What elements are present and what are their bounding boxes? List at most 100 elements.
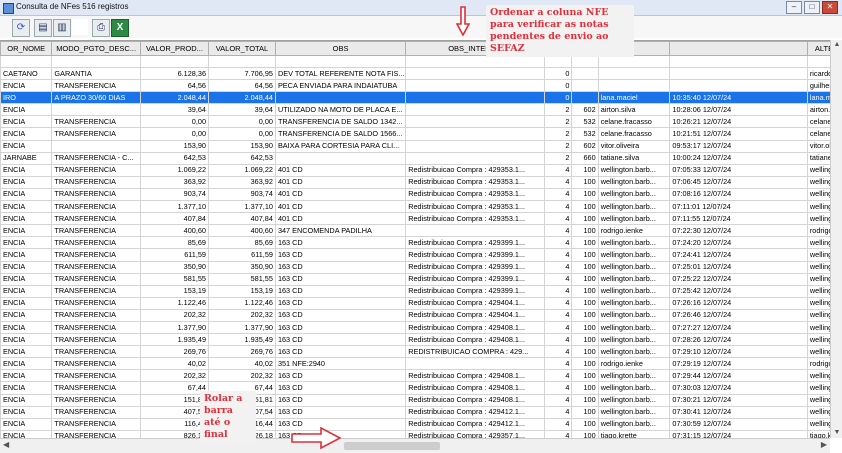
column-header[interactable]: VALOR_TOTAL [208, 41, 276, 56]
table-row[interactable]: ENCIA TRANSFERENCIA 0,00 0,00 TRANSFERENCIA … [0, 127, 830, 141]
table-cell: guilherme.barb... [806, 79, 830, 93]
filter-cell[interactable] [543, 55, 573, 68]
table-row[interactable]: ENCIA TRANSFERENCIA 153,19 153,19 163 CD Redi… [0, 284, 830, 298]
table-cell: tatiane.silva [597, 151, 671, 165]
table-row[interactable]: ENCIA TRANSFERENCIA 1.122,46 1.122,46 163 CD… [0, 296, 830, 310]
table-cell: 6.128,36 [139, 66, 210, 81]
table-cell: wellington.barb... [597, 369, 671, 383]
filter-cell[interactable] [0, 55, 53, 68]
table-row[interactable]: ENCIA TRANSFERENCIA 350,90 350,90 163 CD Redi… [0, 260, 830, 274]
column-header[interactable] [669, 41, 808, 56]
table-cell: wellington.barb... [597, 260, 671, 274]
table-row[interactable]: ENCIA TRANSFERENCIA 1.377,10 1.377,10 401 CD… [0, 200, 830, 214]
scroll-right-icon[interactable]: ▶ [821, 440, 827, 449]
table-row[interactable]: ENCIA TRANSFERENCIA 202,32 202,32 163 CD Redi… [0, 308, 830, 322]
column-header[interactable]: VALOR_PROD... [139, 41, 210, 56]
minimize-button[interactable]: – [786, 1, 802, 14]
table-row[interactable]: ENCIA TRANSFERENCIA 67,44 67,44 163 CD Redist… [0, 381, 830, 395]
table-cell: 407,54 [139, 405, 210, 419]
table-cell: 07:30:59 12/07/24 [669, 417, 808, 431]
table-row[interactable]: IRO A PRAZO 30/60 DIAS 2.048,44 2.048,44 0 la… [0, 91, 830, 105]
table-cell: 4 [543, 224, 573, 238]
table-row[interactable]: ENCIA TRANSFERENCIA 151,81 151,81 163 CD Redi… [0, 393, 830, 407]
table-row[interactable]: ENCIA TRANSFERENCIA 1.377,90 1.377,90 163 CD… [0, 320, 830, 335]
down-arrow-annotation-icon [456, 6, 470, 36]
filter-cell[interactable] [51, 55, 141, 68]
filter-cell[interactable] [274, 55, 407, 68]
table-cell: 4 [543, 272, 573, 286]
table-row[interactable]: CAETANO GARANTIA 6.128,36 7.706,95 DEV TOTAL… [0, 66, 830, 81]
refresh-icon[interactable]: ⟳ [12, 19, 30, 37]
table-cell: CAETANO [0, 66, 53, 81]
table-row[interactable]: ENCIA TRANSFERENCIA 400,60 400,60 347 ENCOME… [0, 224, 830, 238]
table-cell: 100 [571, 175, 599, 189]
table-row[interactable]: JARNABE TRANSFERENCIA - C... 642,53 642,53 2… [0, 151, 830, 165]
table-row[interactable]: ENCIA TRANSFERENCIA 407,54 407,54 163 CD Redi… [0, 405, 830, 419]
vertical-scrollbar[interactable]: ▲ ▼ [830, 40, 842, 438]
table-row[interactable]: ENCIA TRANSFERENCIA 202,32 202,32 163 CD Redi… [0, 369, 830, 383]
table-cell: ENCIA [0, 357, 53, 371]
excel-icon[interactable]: X [111, 19, 129, 37]
table-row[interactable]: ENCIA TRANSFERENCIA 0,00 0,00 TRANSFERENCIA … [0, 115, 830, 129]
table-row[interactable]: ENCIA TRANSFERENCIA 581,55 581,55 163 CD Redi… [0, 272, 830, 286]
table-cell: Redistribuicao Compra : 429408.1... [405, 381, 545, 395]
table-cell: TRANSFERENCIA [51, 248, 141, 262]
table-row[interactable]: ENCIA 153,90 153,90 BAIXA PARA CORTESIA PAR… [0, 139, 830, 153]
scroll-down-icon[interactable]: ▼ [831, 428, 842, 438]
filter-cell[interactable] [597, 55, 671, 68]
table-cell: 163 CD [274, 320, 407, 335]
maximize-button[interactable]: □ [804, 1, 820, 14]
table-cell: 100 [571, 212, 599, 226]
table-cell: REDISTRIBUICAO COMPRA : 429... [405, 345, 545, 359]
table-cell [405, 151, 545, 165]
table-cell: 100 [571, 248, 599, 262]
filter-cell[interactable] [669, 55, 808, 68]
table-row[interactable]: ENCIA TRANSFERENCIA 269,76 269,76 163 CD REDI… [0, 345, 830, 359]
table-cell: celane.fracasso [597, 127, 671, 141]
table-row[interactable]: ENCIA TRANSFERENCIA 903,74 903,74 401 CD Redi… [0, 187, 830, 202]
grid-icon[interactable]: ▤ [34, 19, 52, 37]
table-cell: wellington.barb... [806, 284, 830, 298]
table-row[interactable]: ENCIA TRANSFERENCIA 363,92 363,92 401 CD Redi… [0, 175, 830, 189]
filter-cell[interactable] [571, 55, 599, 68]
table-row[interactable]: ENCIA TRANSFERENCIA 116,44 116,44 163 CD Redi… [0, 417, 830, 431]
table-cell: ENCIA [0, 272, 53, 286]
table-row[interactable]: ENCIA 39,64 39,64 UTILIZADO NA MOTO DE PLAC… [0, 103, 830, 117]
table-cell: wellington.barb... [597, 381, 671, 395]
table-row[interactable]: ENCIA TRANSFERENCIA 85,69 85,69 163 CD Redist… [0, 236, 830, 250]
table-cell: 0,00 [139, 127, 210, 141]
table-cell: TRANSFERENCIA [51, 345, 141, 359]
table-row[interactable]: ENCIA TRANSFERENCIA 611,59 611,59 163 CD Redi… [0, 248, 830, 262]
horizontal-scroll-thumb[interactable] [344, 442, 440, 450]
table-cell: 400,60 [208, 224, 276, 238]
table-cell: ENCIA [0, 200, 53, 214]
table-row[interactable]: ENCIA TRANSFERENCIA 1.935,49 1.935,49 163 CD… [0, 333, 830, 347]
scroll-left-icon[interactable]: ◀ [3, 440, 9, 449]
table-cell: Redistribuicao Compra : 429399.1... [405, 272, 545, 286]
table-row[interactable]: ENCIA TRANSFERENCIA 40,02 40,02 351 NFE:2940… [0, 357, 830, 371]
column-header[interactable]: ALTERADO_POR [806, 41, 830, 56]
columns-icon[interactable]: ▥ [53, 19, 71, 37]
filter-cell[interactable] [806, 55, 830, 68]
nfe-grid[interactable]: OR_NOME MODO_PGTO_DESC... VALOR_PROD... VAL… [0, 40, 830, 439]
filter-row[interactable] [0, 55, 830, 68]
print-icon[interactable]: ⎙ [92, 19, 110, 37]
table-cell: 07:25:42 12/07/24 [669, 284, 808, 298]
horizontal-scrollbar[interactable]: ◀ ▶ [0, 438, 830, 453]
column-header[interactable]: MODO_PGTO_DESC... [51, 41, 141, 56]
table-cell: TRANSFERENCIA [51, 308, 141, 322]
table-row[interactable]: ENCIA TRANSFERENCIA 64,56 64,56 PECA ENVIADA… [0, 79, 830, 93]
scroll-up-icon[interactable]: ▲ [831, 40, 842, 50]
table-row[interactable]: ENCIA TRANSFERENCIA 407,84 407,84 401 CD Redi… [0, 212, 830, 226]
filter-cell[interactable] [139, 55, 210, 68]
column-header[interactable]: OR_NOME [0, 41, 53, 56]
table-row[interactable]: ENCIA TRANSFERENCIA 1.069,22 1.069,22 401 CD… [0, 163, 830, 177]
filter-cell[interactable] [405, 55, 545, 68]
table-cell: wellington.barb... [806, 187, 830, 202]
close-button[interactable]: ✕ [822, 1, 838, 14]
table-cell: ENCIA [0, 224, 53, 238]
table-cell: 100 [571, 333, 599, 347]
column-header[interactable]: OBS [274, 41, 407, 56]
filter-cell[interactable] [208, 55, 276, 68]
table-cell: 532 [571, 127, 599, 141]
